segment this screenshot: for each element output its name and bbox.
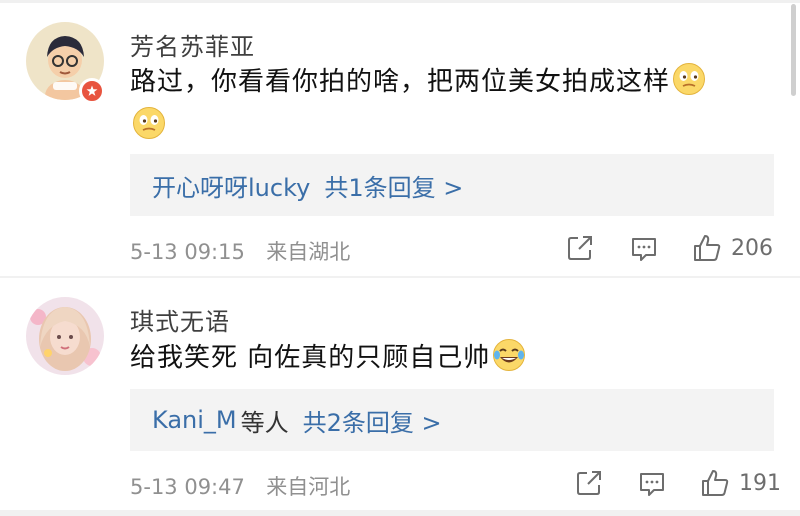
scrollbar[interactable] <box>791 4 796 96</box>
avatar[interactable] <box>26 297 104 375</box>
like-count: 191 <box>739 470 781 496</box>
comment-meta: 5-13 09:15 来自湖北 <box>130 236 350 266</box>
drooling-face-emoji-icon <box>672 62 706 96</box>
like-button[interactable]: 206 <box>692 233 773 263</box>
reply-users[interactable]: 开心呀呀lucky <box>152 168 310 203</box>
share-icon <box>577 471 601 495</box>
like-count: 206 <box>731 235 773 261</box>
comment-icon <box>640 473 664 496</box>
timestamp: 5-13 09:47 <box>130 475 245 499</box>
comment-meta: 5-13 09:47 来自河北 <box>130 471 350 501</box>
comment-button[interactable] <box>638 470 666 498</box>
comment-divider <box>0 276 800 278</box>
thumbs-up-icon <box>694 235 721 261</box>
reply-preview[interactable]: 开心呀呀lucky 共1条回复 > <box>130 154 774 216</box>
verified-badge-icon <box>79 78 105 104</box>
reply-count-link[interactable]: 共2条回复 > <box>303 403 442 438</box>
username[interactable]: 芳名苏菲亚 <box>130 27 255 62</box>
thumbs-up-icon <box>702 470 729 496</box>
comment-text: 路过，你看看你拍的啥，把两位美女拍成这样 <box>130 60 770 148</box>
share-icon <box>568 236 592 260</box>
like-button[interactable]: 191 <box>700 468 781 498</box>
reply-preview[interactable]: Kani_M 等人 共2条回复 > <box>130 389 774 451</box>
repost-button[interactable] <box>575 469 603 497</box>
comment-icon <box>632 238 656 261</box>
username[interactable]: 琪式无语 <box>130 302 230 337</box>
comment-text-content: 给我笑死 向佐真的只顾自己帅 <box>130 343 491 373</box>
reply-users[interactable]: Kani_M <box>152 406 237 434</box>
comment-text-content: 路过，你看看你拍的啥，把两位美女拍成这样 <box>130 67 671 97</box>
reply-count-link[interactable]: 共1条回复 > <box>324 168 463 203</box>
bottom-divider <box>0 510 800 516</box>
tears-of-joy-emoji-icon <box>492 338 526 372</box>
location: 来自湖北 <box>266 240 351 264</box>
timestamp: 5-13 09:15 <box>130 240 245 264</box>
repost-button[interactable] <box>566 234 594 262</box>
drooling-face-emoji-icon <box>132 106 166 140</box>
reply-users-suffix: 等人 <box>240 408 289 437</box>
location: 来自河北 <box>266 475 351 499</box>
top-divider <box>0 0 800 3</box>
comment-text: 给我笑死 向佐真的只顾自己帅 <box>130 336 770 380</box>
comment-button[interactable] <box>630 235 658 263</box>
